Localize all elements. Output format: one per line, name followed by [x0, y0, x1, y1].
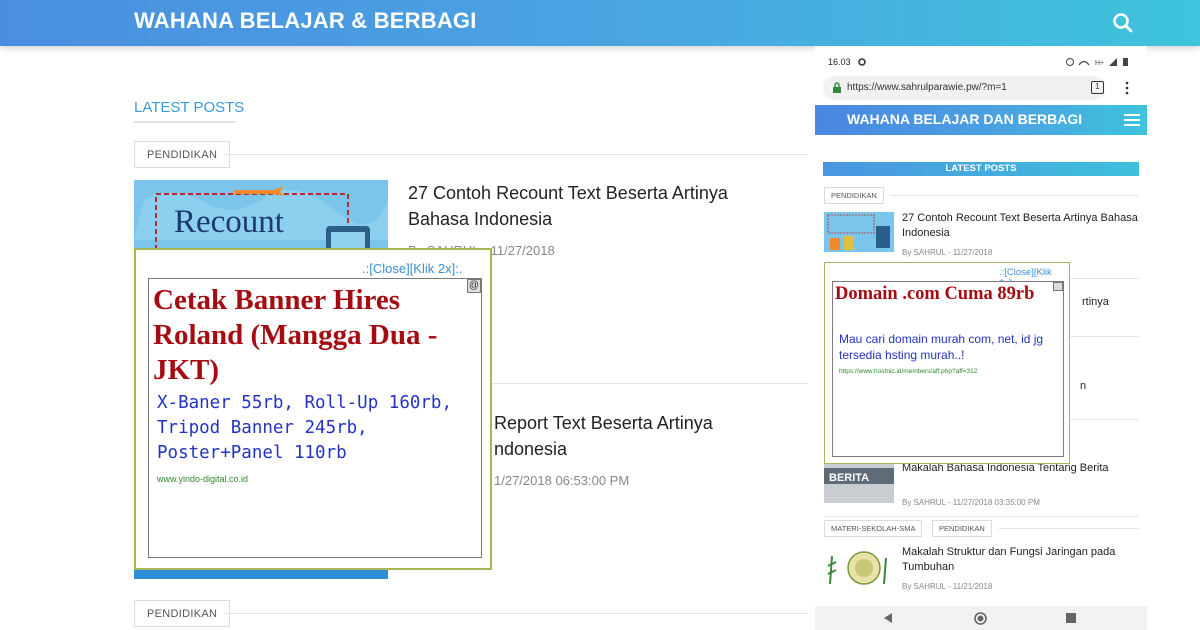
phone-site-header: WAHANA BELAJAR DAN BERBAGI	[815, 105, 1147, 135]
ad-close-link[interactable]: .:[Close][Klik 2x]:.	[362, 261, 462, 276]
settings-icon	[858, 58, 866, 66]
divider	[1070, 419, 1139, 420]
label-pendidikan[interactable]: PENDIDIKAN	[134, 141, 231, 168]
phone-post-meta-5: By SAHRUL - 11/21/2018	[902, 582, 993, 591]
phone-latest-posts: LATEST POSTS	[823, 162, 1139, 176]
latest-posts-heading: LATEST POSTS	[134, 99, 245, 116]
home-icon[interactable]	[974, 612, 987, 625]
phone-site-title[interactable]: WAHANA BELAJAR DAN BERBAGI	[847, 111, 1082, 127]
divider	[999, 528, 1139, 529]
divider	[224, 154, 808, 155]
page: WAHANA BELAJAR & BERBAGI LATEST POSTS PE…	[0, 0, 1200, 630]
label-pendidikan-2[interactable]: PENDIDIKAN	[134, 600, 231, 627]
divider	[890, 195, 1139, 196]
phone-post-title-2-fragment[interactable]: rtinya	[1082, 295, 1109, 310]
post-meta-2: 1/27/2018 06:53:00 PM	[494, 473, 630, 488]
ad-content[interactable]: @ Cetak Banner Hires Roland (Mangga Dua …	[148, 278, 482, 558]
divider	[224, 613, 808, 614]
status-icons: H+	[1066, 58, 1128, 67]
phone-ad-url[interactable]: https://www.hostnic.id/members/aff.php?a…	[839, 368, 977, 375]
phone-label-pendidikan-2[interactable]: PENDIDIKAN	[932, 520, 992, 537]
back-icon[interactable]	[883, 613, 893, 623]
phone-ad-content[interactable]: Domain .com Cuma 89rb Mau cari domain mu…	[832, 281, 1064, 457]
phone-thumb-berita[interactable]: BERITA	[824, 458, 894, 503]
phone-screenshot: 16.03 H+ https://www.sahrulparawie.pw/?m…	[815, 46, 1147, 630]
phone-url-text[interactable]: https://www.sahrulparawie.pw/?m=1	[847, 82, 1007, 93]
ad-url[interactable]: www.yindo-digital.co.id	[157, 474, 248, 484]
hamburger-menu-icon[interactable]	[1124, 113, 1140, 127]
more-menu-icon[interactable]	[1125, 81, 1129, 95]
heading-underline	[134, 121, 236, 123]
divider	[824, 516, 1139, 517]
phone-post-title-3-fragment[interactable]: n	[1080, 379, 1086, 394]
svg-text:H+: H+	[1095, 60, 1104, 67]
phone-time: 16.03	[828, 57, 851, 67]
post-title-2-line2[interactable]: ndonesia	[494, 436, 794, 462]
ad-headline[interactable]: Cetak Banner Hires Roland (Mangga Dua -J…	[153, 283, 479, 388]
phone-status-bar: 16.03 H+	[815, 46, 1147, 76]
phone-post-title-1[interactable]: 27 Contoh Recount Text Beserta Artinya B…	[902, 211, 1142, 241]
phone-label-materi[interactable]: MATERI-SEKOLAH-SMA	[824, 520, 923, 537]
post-title-1[interactable]: 27 Contoh Recount Text Beserta Artinya B…	[408, 180, 788, 232]
phone-post-meta-1: By SAHRUL - 11/27/2018	[902, 248, 993, 257]
lock-icon	[833, 82, 841, 93]
ad-body[interactable]: X-Baner 55rb, Roll-Up 160rb, Tripod Bann…	[157, 391, 477, 466]
phone-nav-bar	[815, 606, 1147, 630]
divider	[1070, 336, 1139, 337]
thumb-text: Recount	[174, 204, 284, 240]
search-icon[interactable]	[1110, 10, 1136, 36]
thumb-berita-text: BERITA	[829, 472, 869, 484]
site-title[interactable]: WAHANA BELAJAR & BERBAGI	[134, 8, 477, 34]
phone-post-meta-4: By SAHRUL - 11/27/2018 03:35:00 PM	[902, 498, 1040, 507]
recent-apps-icon[interactable]	[1066, 613, 1076, 623]
phone-post-title-5[interactable]: Makalah Struktur dan Fungsi Jaringan pad…	[902, 545, 1142, 575]
phone-ad-body[interactable]: Mau cari domain murah com, net, id jg te…	[839, 331, 1061, 363]
top-header: WAHANA BELAJAR & BERBAGI	[0, 0, 1200, 46]
post-title-2[interactable]: Report Text Beserta Artinya	[494, 410, 794, 436]
phone-label-pendidikan[interactable]: PENDIDIKAN	[824, 187, 884, 204]
ad-overlay[interactable]: .:[Close][Klik 2x]:. @ Cetak Banner Hire…	[134, 248, 492, 570]
phone-thumb-tumbuhan[interactable]	[824, 544, 894, 589]
phone-url-bar[interactable]: https://www.sahrulparawie.pw/?m=1	[823, 76, 1105, 100]
tabs-count-icon[interactable]: 1	[1091, 81, 1104, 94]
phone-ad-headline[interactable]: Domain .com Cuma 89rb	[835, 284, 1057, 305]
phone-thumb-recount[interactable]	[824, 212, 894, 252]
phone-ad-overlay[interactable]: .:[Close][Klik 2x]:. Domain .com Cuma 89…	[824, 262, 1070, 464]
